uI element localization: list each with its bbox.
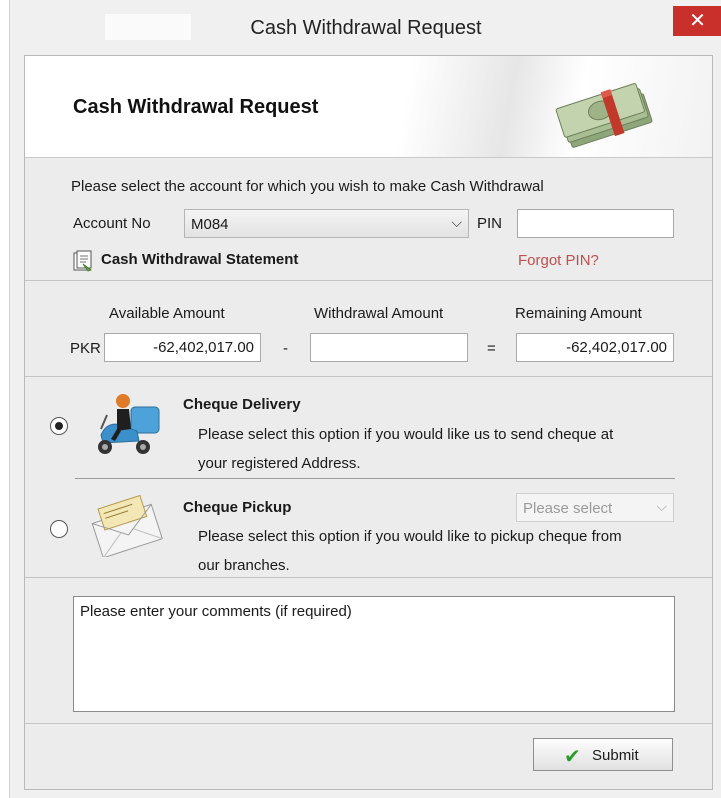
equals-sign: = (487, 340, 496, 357)
header-band: Cash Withdrawal Request (25, 56, 712, 158)
cheque-pickup-radio[interactable] (50, 520, 68, 538)
footer-section: ✔ Submit (25, 724, 712, 790)
minus-sign: - (283, 340, 288, 357)
money-bundle-icon (555, 83, 653, 148)
available-amount-field (104, 333, 261, 362)
cheque-delivery-title: Cheque Delivery (183, 396, 301, 413)
remaining-amount-field (516, 333, 674, 362)
withdrawal-form: Cash Withdrawal Request Please select th… (24, 55, 713, 790)
chevron-down-icon: ⌵ (451, 214, 462, 230)
cheque-pickup-desc-line1: Please select this option if you would l… (198, 528, 622, 545)
delivery-options-section: Cheque Delivery Please select this optio… (25, 377, 712, 578)
account-instruction: Please select the account for which you … (71, 178, 544, 195)
checkmark-icon: ✔ (564, 746, 581, 768)
comments-section (25, 578, 712, 724)
close-icon: ✕ (689, 10, 706, 32)
remaining-amount-label: Remaining Amount (515, 305, 642, 322)
amount-section: Available Amount Withdrawal Amount Remai… (25, 281, 712, 377)
page-title: Cash Withdrawal Request (73, 96, 319, 118)
envelope-cheque-icon (91, 494, 163, 557)
title-bar: Cash Withdrawal Request ✕ (10, 0, 721, 54)
forgot-pin-link[interactable]: Forgot PIN? (518, 252, 599, 269)
cheque-delivery-radio[interactable] (50, 417, 68, 435)
statement-link[interactable]: Cash Withdrawal Statement (101, 251, 298, 268)
submit-button-label: Submit (592, 747, 639, 764)
chevron-down-icon: ⌵ (656, 498, 667, 514)
account-select[interactable]: M084 ⌵ (184, 209, 469, 238)
submit-button[interactable]: ✔ Submit (533, 738, 673, 771)
currency-label: PKR (70, 340, 101, 357)
available-amount-label: Available Amount (109, 305, 225, 322)
account-select-value: M084 (191, 216, 229, 233)
comments-textarea[interactable] (73, 596, 675, 712)
window-title: Cash Withdrawal Request (250, 17, 482, 39)
pin-input[interactable] (517, 209, 674, 238)
statement-icon (73, 250, 92, 272)
branch-select: Please select ⌵ (516, 493, 674, 522)
options-divider (75, 478, 675, 479)
dialog-window: Cash Withdrawal Request ✕ Cash Withdrawa… (9, 0, 721, 798)
cheque-pickup-title: Cheque Pickup (183, 499, 292, 516)
cheque-pickup-desc-line2: our branches. (198, 557, 290, 574)
withdrawal-amount-label: Withdrawal Amount (314, 305, 444, 322)
account-no-label: Account No (73, 215, 151, 232)
cheque-delivery-desc-line2: your registered Address. (198, 455, 361, 472)
scooter-delivery-icon (98, 394, 160, 454)
radio-selected-dot (55, 422, 63, 430)
account-section: Please select the account for which you … (25, 158, 712, 281)
pin-label: PIN (477, 215, 503, 232)
withdrawal-amount-input[interactable] (310, 333, 468, 362)
close-button[interactable]: ✕ (673, 6, 721, 36)
cheque-delivery-desc-line1: Please select this option if you would l… (198, 426, 614, 443)
branch-select-placeholder: Please select (523, 500, 613, 517)
